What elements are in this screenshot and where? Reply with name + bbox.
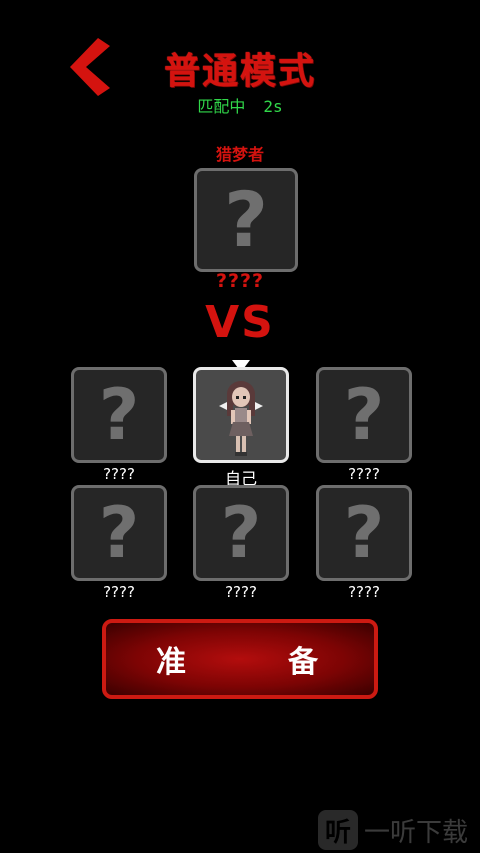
watermark: 听 一听下载 xyxy=(318,808,478,852)
ready-button[interactable]: 准 备 xyxy=(102,619,378,699)
player-slot-1: ? xyxy=(71,367,167,463)
player-name-4: ???? xyxy=(103,583,135,601)
matching-timer: 2s xyxy=(263,97,283,116)
watermark-text: 一听下载 xyxy=(364,817,469,848)
matching-label: 匹配中 xyxy=(197,97,246,116)
unknown-icon: ? xyxy=(220,492,262,574)
player-name-1: ???? xyxy=(103,465,135,483)
player-name-6: ???? xyxy=(348,583,380,601)
ready-label-left: 准 xyxy=(156,645,186,680)
unknown-icon: ? xyxy=(98,374,140,456)
hunter-name: ???? xyxy=(215,270,265,292)
hunter-slot: ? xyxy=(194,168,298,272)
player-slot-4: ? xyxy=(71,485,167,581)
player-slot-self xyxy=(193,367,289,463)
player-slot-5: ? xyxy=(193,485,289,581)
ready-label-right: 备 xyxy=(288,645,318,680)
player-name-5: ???? xyxy=(225,583,257,601)
unknown-icon: ? xyxy=(343,374,385,456)
matching-status: 匹配中 2s xyxy=(0,93,480,117)
unknown-icon: ? xyxy=(343,492,385,574)
player-slot-6: ? xyxy=(316,485,412,581)
unknown-icon: ? xyxy=(223,175,269,264)
player-name-3: ???? xyxy=(348,465,380,483)
watermark-logo-icon: 听 xyxy=(318,810,358,850)
hunter-role-label: 猎梦者 xyxy=(215,145,264,164)
player-slot-3: ? xyxy=(316,367,412,463)
unknown-icon: ? xyxy=(98,492,140,574)
page-title: 普通模式 xyxy=(163,51,316,92)
vs-label: VS xyxy=(205,297,275,348)
character-avatar xyxy=(219,381,263,456)
